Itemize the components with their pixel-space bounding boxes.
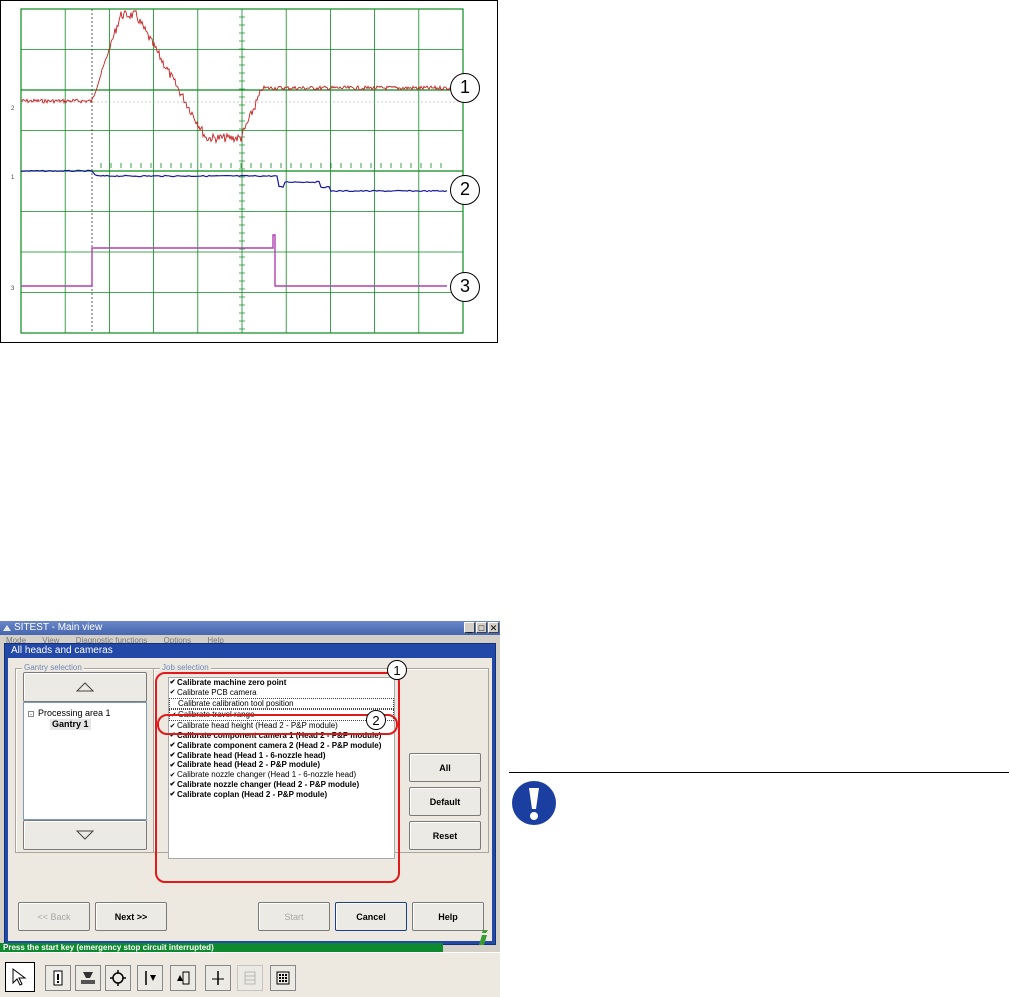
next-button[interactable]: Next >> <box>95 902 167 931</box>
maximize-button[interactable]: □ <box>476 622 487 633</box>
callout-1: 1 <box>387 660 407 680</box>
axis-down-button[interactable] <box>137 965 163 991</box>
dialog-title: All heads and cameras <box>11 645 113 656</box>
conveyor-icon <box>81 972 95 984</box>
app-icon <box>3 625 11 631</box>
tree-parent-label: Processing area 1 <box>38 708 111 718</box>
scope-channel-marker: 3 <box>11 286 15 292</box>
back-button[interactable]: << Back <box>18 902 90 931</box>
scope-channel-marker: 2 <box>11 106 15 112</box>
status-bar: Press the start key (emergency stop circ… <box>0 943 443 952</box>
bottom-toolbar <box>0 952 500 997</box>
default-button[interactable]: Default <box>409 787 481 816</box>
exclamation-icon <box>512 781 556 825</box>
keypad-button[interactable] <box>270 965 296 991</box>
axis-center-icon <box>212 971 224 985</box>
gear-icon <box>110 970 126 986</box>
reset-button[interactable]: Reset <box>409 821 481 850</box>
scope-callout-3: 3 <box>450 272 480 302</box>
oscilloscope-figure: 2 1 3 1 2 3 <box>0 0 498 343</box>
scope-channel-marker: 1 <box>11 175 15 181</box>
gear-button[interactable] <box>105 965 131 991</box>
window-title: SITEST - Main view <box>14 622 103 633</box>
scroll-down-button[interactable] <box>23 820 147 850</box>
calibration-dialog: All heads and cameras Gantry selection -… <box>4 643 496 945</box>
pointer-tool-button[interactable] <box>5 962 35 992</box>
grid-disabled-icon <box>244 971 256 985</box>
close-button[interactable]: ✕ <box>488 622 499 633</box>
grid-button[interactable] <box>237 965 263 991</box>
minimize-button[interactable]: _ <box>464 622 475 633</box>
scope-trace-1 <box>20 9 454 145</box>
axis-down-icon <box>145 971 156 985</box>
dialog-body: Gantry selection - Processing area 1 Gan… <box>8 658 492 941</box>
oscilloscope-plot: 2 1 3 <box>11 8 464 334</box>
keypad-icon <box>276 971 290 985</box>
scope-trace-3 <box>21 234 447 287</box>
expand-icon[interactable]: - <box>28 710 34 718</box>
tree-node-gantry-1[interactable]: Gantry 1 <box>50 719 91 730</box>
axis-up-button[interactable] <box>170 965 196 991</box>
gantry-tree[interactable]: - Processing area 1 Gantry 1 <box>23 702 147 820</box>
cancel-button[interactable]: Cancel <box>335 902 407 931</box>
note-divider <box>509 772 1009 773</box>
triangle-down-icon <box>76 830 94 840</box>
window-titlebar: SITEST - Main view _ □ ✕ <box>0 621 500 635</box>
triangle-up-icon <box>76 682 94 692</box>
scroll-up-button[interactable] <box>23 672 147 702</box>
sitest-window: SITEST - Main view _ □ ✕ Mode View Diagn… <box>0 621 500 997</box>
selected-jobs-highlight <box>157 714 398 735</box>
warning-card-button[interactable] <box>45 965 71 991</box>
info-i-icon[interactable] <box>474 927 496 947</box>
scope-callout-2: 2 <box>450 175 480 205</box>
axis-center-button[interactable] <box>205 965 231 991</box>
start-button[interactable]: Start <box>258 902 330 931</box>
job-list-highlight <box>155 672 400 883</box>
conveyor-button[interactable] <box>75 965 101 991</box>
gantry-selection-group: Gantry selection - Processing area 1 Gan… <box>15 663 155 853</box>
warning-card-icon <box>53 970 63 986</box>
pointer-icon <box>12 968 27 986</box>
axis-up-icon <box>177 971 190 985</box>
callout-2: 2 <box>366 710 386 730</box>
tree-node-processing-area[interactable]: - Processing area 1 <box>28 708 111 719</box>
scope-trace-2 <box>20 169 448 193</box>
scope-callout-1: 1 <box>450 73 480 103</box>
all-button[interactable]: All <box>409 753 481 782</box>
